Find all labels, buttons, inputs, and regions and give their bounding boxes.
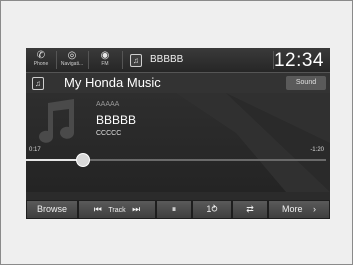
music-note-icon: ♫ — [32, 77, 44, 90]
navigation-shortcut[interactable]: ◎ Navigati... — [58, 50, 86, 70]
more-label: More — [281, 204, 303, 214]
artist-name: AAAAA — [96, 101, 120, 108]
radio-icon: ◉ — [100, 50, 110, 61]
navigation-label: Navigati... — [60, 61, 84, 67]
phone-icon: ✆ — [36, 50, 46, 61]
sound-button[interactable]: Sound — [286, 76, 326, 90]
music-note-icon: ♫ — [130, 54, 142, 67]
control-bar: Browse ⏮ Track ⏭ ⏸ 1⥁ ⇄ More › — [26, 200, 330, 219]
progress-fill — [26, 159, 83, 161]
elapsed-time: 0:17 — [29, 147, 41, 153]
pause-button[interactable]: ⏸ — [157, 201, 191, 218]
chevron-right-icon: › — [313, 204, 317, 214]
next-track-icon[interactable]: ⏭ — [132, 204, 140, 214]
browse-button[interactable]: Browse — [27, 201, 77, 218]
shuffle-button[interactable]: ⇄ — [233, 201, 267, 218]
progress-slider-handle[interactable] — [76, 153, 90, 167]
status-bar: ✆ Phone ◎ Navigati... ◉ FM ♫ BBBBB 12:34 — [26, 48, 330, 73]
status-divider — [56, 51, 57, 69]
phone-shortcut[interactable]: ✆ Phone — [28, 50, 54, 70]
repeat-one-icon: 1⥁ — [206, 204, 218, 214]
shuffle-icon: ⇄ — [246, 204, 254, 214]
repeat-button[interactable]: 1⥁ — [193, 201, 231, 218]
phone-label: Phone — [33, 61, 49, 67]
source-title: My Honda Music — [64, 75, 161, 90]
more-button[interactable]: More › — [269, 201, 329, 218]
navigation-icon: ◎ — [67, 50, 77, 61]
fm-label: FM — [101, 61, 109, 67]
audio-screen: ✆ Phone ◎ Navigati... ◉ FM ♫ BBBBB 12:34… — [26, 48, 330, 219]
album-name: CCCCC — [96, 130, 122, 137]
album-art-music-note-icon — [39, 99, 74, 143]
clock: 12:34 — [273, 50, 324, 71]
now-playing-panel: AAAAA BBBBB CCCCC 0:17 -1:20 — [26, 93, 330, 192]
track-skip-button[interactable]: ⏮ Track ⏭ — [79, 201, 155, 218]
status-track-name: BBBBB — [150, 54, 184, 65]
status-divider — [122, 51, 123, 69]
manual-figure-frame: ✆ Phone ◎ Navigati... ◉ FM ♫ BBBBB 12:34… — [0, 0, 353, 265]
previous-track-icon[interactable]: ⏮ — [94, 204, 102, 214]
status-divider — [88, 51, 89, 69]
progress-bar[interactable] — [26, 153, 326, 167]
pause-icon: ⏸ — [171, 204, 177, 214]
fm-shortcut[interactable]: ◉ FM — [92, 50, 118, 70]
song-title: BBBBB — [96, 113, 137, 127]
track-label: Track — [108, 207, 126, 214]
source-header: ♫ My Honda Music Sound — [26, 73, 330, 93]
remaining-time: -1:20 — [310, 147, 324, 153]
